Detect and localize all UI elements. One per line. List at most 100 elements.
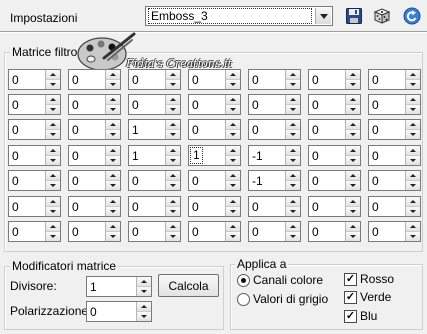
matrix-cell-r3c2[interactable]: 0	[68, 119, 121, 140]
spin-up-icon[interactable]	[286, 171, 300, 181]
spin-down-icon[interactable]	[346, 80, 360, 89]
matrix-cell-r1c1[interactable]: 0	[8, 69, 61, 90]
spin-up-icon[interactable]	[346, 222, 360, 232]
matrix-cell-r7c2[interactable]: 0	[68, 221, 121, 242]
spin-up-icon[interactable]	[166, 197, 180, 207]
spin-up-icon[interactable]	[226, 197, 240, 207]
spin-up-icon[interactable]	[106, 95, 120, 105]
spin-buttons[interactable]	[165, 146, 180, 165]
matrix-cell-r5c4[interactable]: 0	[188, 170, 241, 191]
divisor-spin-buttons[interactable]	[136, 277, 151, 296]
matrix-cell-r2c2[interactable]: 0	[68, 94, 121, 115]
matrix-cell-r4c7[interactable]: 0	[368, 145, 421, 166]
spin-up-icon[interactable]	[286, 70, 300, 80]
matrix-cell-r6c3[interactable]: 0	[128, 196, 181, 217]
matrix-cell-r6c1[interactable]: 0	[8, 196, 61, 217]
spin-up-icon[interactable]	[106, 171, 120, 181]
spin-up-icon[interactable]	[166, 120, 180, 130]
spin-down-icon[interactable]	[406, 181, 420, 190]
spin-up-icon[interactable]	[46, 95, 60, 105]
matrix-cell-r1c6[interactable]: 0	[308, 69, 361, 90]
matrix-cell-r1c4[interactable]: 0	[188, 69, 241, 90]
spin-buttons[interactable]	[165, 171, 180, 190]
spin-buttons[interactable]	[225, 197, 240, 216]
spin-down-icon[interactable]	[166, 207, 180, 216]
spin-down-icon[interactable]	[46, 207, 60, 216]
spin-buttons[interactable]	[165, 120, 180, 139]
matrix-cell-r3c3[interactable]: 1	[128, 119, 181, 140]
spin-up-icon[interactable]	[286, 222, 300, 232]
spin-down-icon[interactable]	[346, 181, 360, 190]
spin-down-icon[interactable]	[46, 105, 60, 114]
checkbox-blue[interactable]: ✓	[344, 310, 357, 323]
spin-up-icon[interactable]	[106, 120, 120, 130]
spin-up-icon[interactable]	[46, 120, 60, 130]
bias-spin-buttons[interactable]	[136, 302, 151, 321]
spin-buttons[interactable]	[165, 95, 180, 114]
spin-up-icon[interactable]	[106, 222, 120, 232]
spin-down-icon[interactable]	[166, 232, 180, 241]
spin-up-icon[interactable]	[406, 171, 420, 181]
spin-up-icon[interactable]	[106, 146, 120, 156]
spin-buttons[interactable]	[105, 171, 120, 190]
matrix-cell-r1c2[interactable]: 0	[68, 69, 121, 90]
spin-buttons[interactable]	[105, 120, 120, 139]
spin-down-icon[interactable]	[46, 232, 60, 241]
spin-down-icon[interactable]	[226, 181, 240, 190]
spin-buttons[interactable]	[345, 197, 360, 216]
radio-gray-values[interactable]	[237, 293, 250, 306]
spin-up-icon[interactable]	[286, 95, 300, 105]
matrix-cell-r4c5[interactable]: -1	[248, 145, 301, 166]
spin-up-icon[interactable]	[46, 197, 60, 207]
spin-up-icon[interactable]	[406, 146, 420, 156]
matrix-cell-r3c1[interactable]: 0	[8, 119, 61, 140]
spin-buttons[interactable]	[105, 197, 120, 216]
spin-down-icon[interactable]	[137, 312, 151, 321]
spin-up-icon[interactable]	[346, 95, 360, 105]
spin-up-icon[interactable]	[406, 197, 420, 207]
divisor-spinbox[interactable]: 1	[86, 276, 152, 297]
matrix-cell-r3c6[interactable]: 0	[308, 119, 361, 140]
spin-up-icon[interactable]	[286, 197, 300, 207]
spin-down-icon[interactable]	[106, 130, 120, 139]
spin-buttons[interactable]	[225, 70, 240, 89]
spin-down-icon[interactable]	[406, 105, 420, 114]
spin-up-icon[interactable]	[106, 70, 120, 80]
spin-down-icon[interactable]	[106, 156, 120, 165]
spin-buttons[interactable]	[285, 197, 300, 216]
spin-up-icon[interactable]	[226, 171, 240, 181]
radio-color-label[interactable]: Canali colore	[253, 273, 323, 287]
checkbox-green-label[interactable]: Verde	[360, 290, 391, 304]
spin-buttons[interactable]	[105, 70, 120, 89]
spin-up-icon[interactable]	[137, 302, 151, 312]
spin-buttons[interactable]	[225, 95, 240, 114]
spin-buttons[interactable]	[105, 95, 120, 114]
spin-up-icon[interactable]	[226, 222, 240, 232]
spin-buttons[interactable]	[285, 95, 300, 114]
spin-buttons[interactable]	[345, 120, 360, 139]
checkbox-red[interactable]: ✓	[344, 273, 357, 286]
spin-buttons[interactable]	[345, 95, 360, 114]
spin-down-icon[interactable]	[137, 287, 151, 296]
spin-buttons[interactable]	[45, 95, 60, 114]
spin-up-icon[interactable]	[346, 171, 360, 181]
spin-down-icon[interactable]	[226, 80, 240, 89]
matrix-cell-r7c1[interactable]: 0	[8, 221, 61, 242]
spin-down-icon[interactable]	[46, 181, 60, 190]
spin-buttons[interactable]	[405, 197, 420, 216]
spin-up-icon[interactable]	[166, 95, 180, 105]
spin-down-icon[interactable]	[226, 207, 240, 216]
spin-buttons[interactable]	[45, 197, 60, 216]
spin-down-icon[interactable]	[106, 105, 120, 114]
spin-buttons[interactable]	[165, 222, 180, 241]
spin-up-icon[interactable]	[46, 146, 60, 156]
spin-up-icon[interactable]	[406, 70, 420, 80]
matrix-cell-r7c5[interactable]: 0	[248, 221, 301, 242]
matrix-cell-r5c1[interactable]: 0	[8, 170, 61, 191]
spin-buttons[interactable]	[345, 171, 360, 190]
spin-buttons[interactable]	[225, 146, 240, 165]
spin-down-icon[interactable]	[346, 156, 360, 165]
spin-down-icon[interactable]	[406, 80, 420, 89]
spin-down-icon[interactable]	[286, 181, 300, 190]
spin-buttons[interactable]	[225, 171, 240, 190]
